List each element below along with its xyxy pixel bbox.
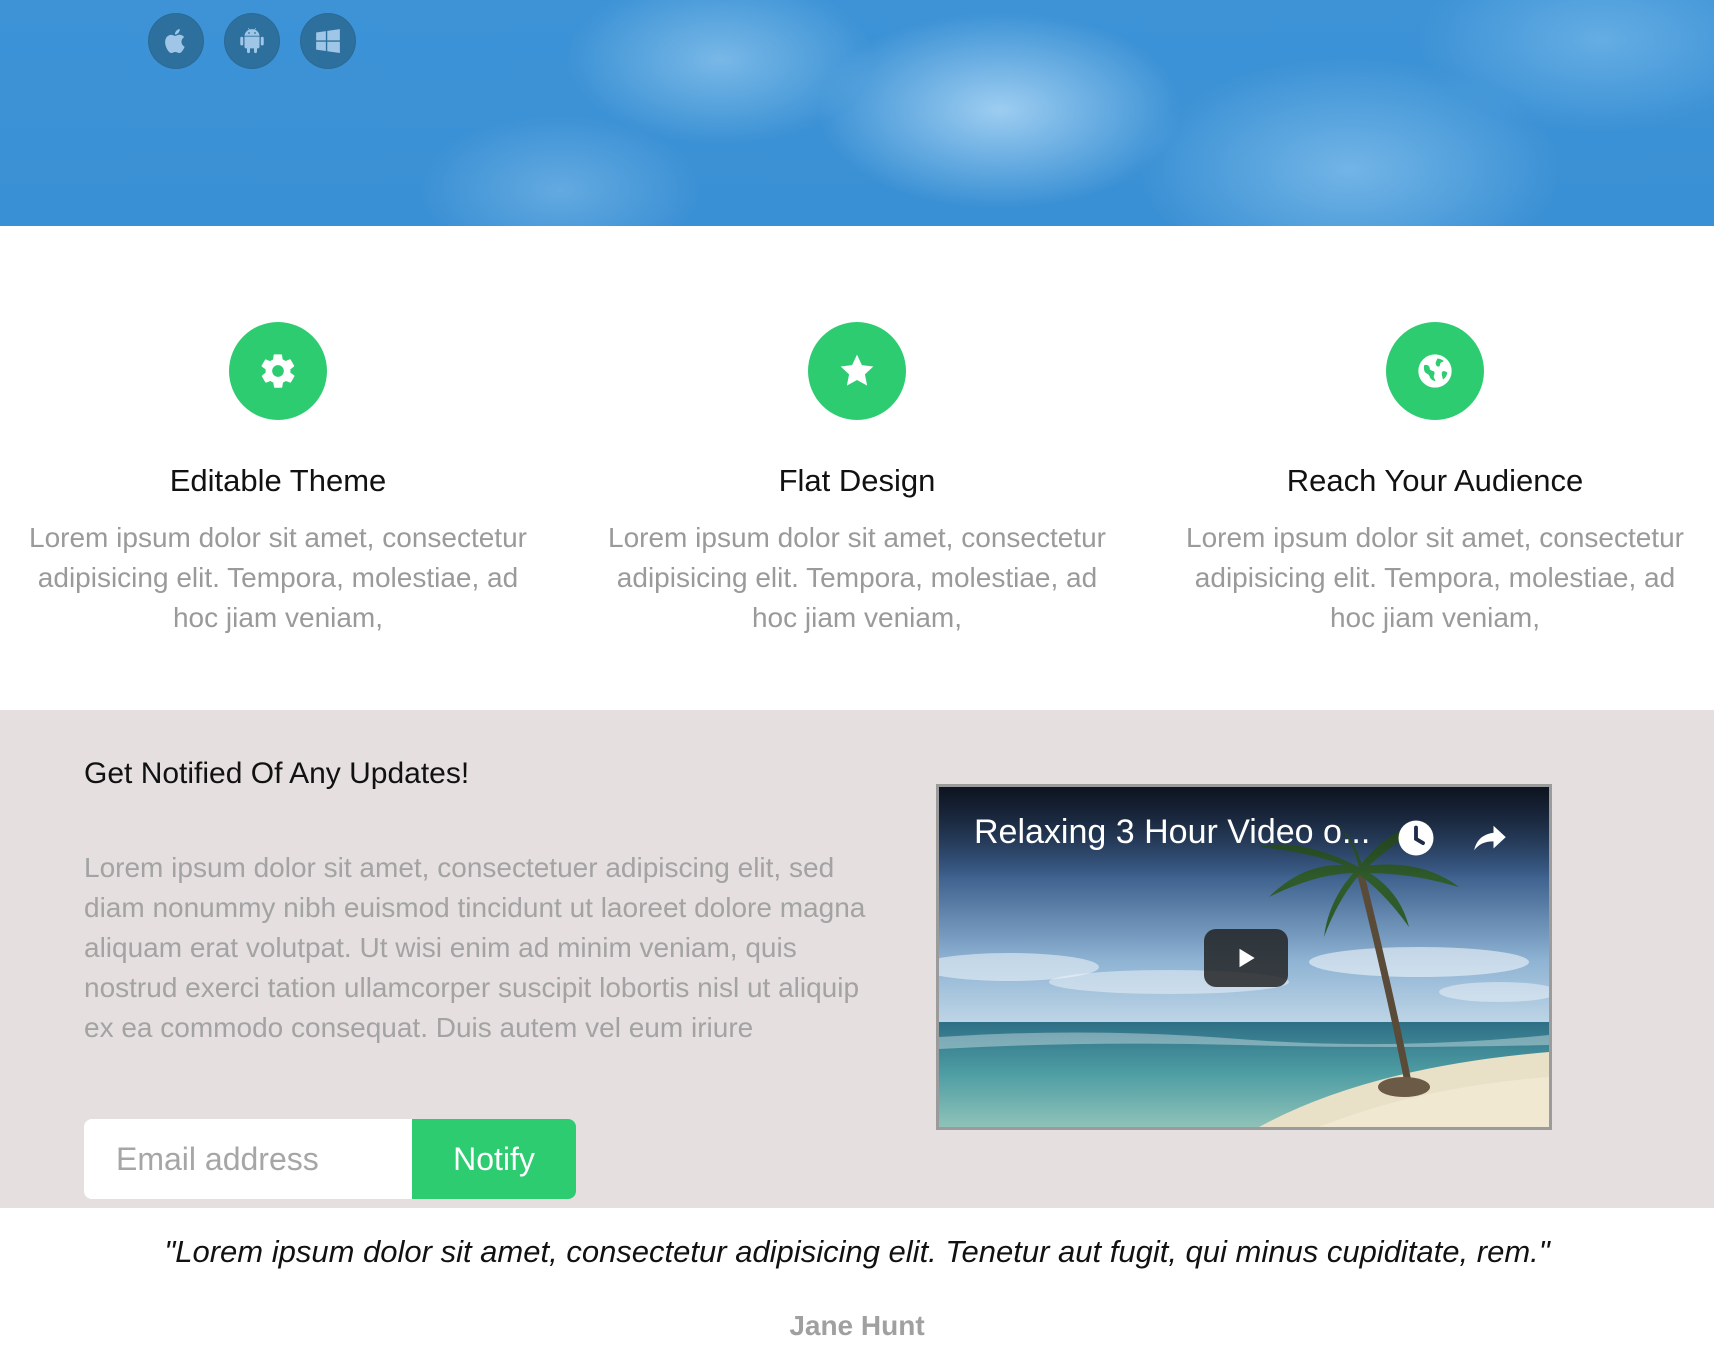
feature-reach-audience: Reach Your Audience Lorem ipsum dolor si… (1155, 322, 1714, 638)
email-field[interactable] (84, 1119, 412, 1199)
feature-description: Lorem ipsum dolor sit amet, consectetur … (608, 522, 1106, 633)
apple-icon (165, 29, 185, 54)
feature-title: Editable Theme (169, 463, 387, 498)
notify-button[interactable]: Notify (412, 1119, 576, 1199)
share-icon[interactable] (1469, 817, 1511, 859)
windows-icon (316, 29, 340, 53)
feature-title: Flat Design (778, 463, 936, 498)
feature-icon-circle (229, 322, 327, 420)
feature-description: Lorem ipsum dolor sit amet, consectetur … (1186, 522, 1684, 633)
feature-icon-circle (1386, 322, 1484, 420)
apple-download-link[interactable] (148, 13, 204, 69)
feature-title: Reach Your Audience (1286, 463, 1584, 498)
play-button[interactable] (1204, 929, 1288, 987)
feature-editable-theme: Editable Theme Lorem ipsum dolor sit ame… (0, 322, 558, 638)
globe-icon (1418, 354, 1452, 388)
testimonial-author: Jane Hunt (789, 1310, 925, 1341)
feature-icon-circle (808, 322, 906, 420)
hero-banner (0, 0, 1714, 226)
gear-icon (261, 354, 295, 388)
notify-section: Get Notified Of Any Updates! Lorem ipsum… (0, 710, 1714, 1208)
windows-download-link[interactable] (300, 13, 356, 69)
notify-body-text: Lorem ipsum dolor sit amet, consectetuer… (84, 852, 866, 1043)
video-title: Relaxing 3 Hour Video o... (974, 813, 1371, 851)
android-download-link[interactable] (224, 13, 280, 69)
play-icon (1239, 948, 1255, 968)
feature-description: Lorem ipsum dolor sit amet, consectetur … (29, 522, 527, 633)
star-icon (840, 354, 874, 386)
feature-flat-design: Flat Design Lorem ipsum dolor sit amet, … (577, 322, 1137, 638)
testimonial-quote: "Lorem ipsum dolor sit amet, consectetur… (164, 1234, 1550, 1269)
android-icon (240, 27, 264, 54)
video-player[interactable]: Relaxing 3 Hour Video o... (936, 784, 1552, 1130)
clock-icon[interactable] (1395, 817, 1437, 859)
notify-heading: Get Notified Of Any Updates! (84, 757, 470, 790)
